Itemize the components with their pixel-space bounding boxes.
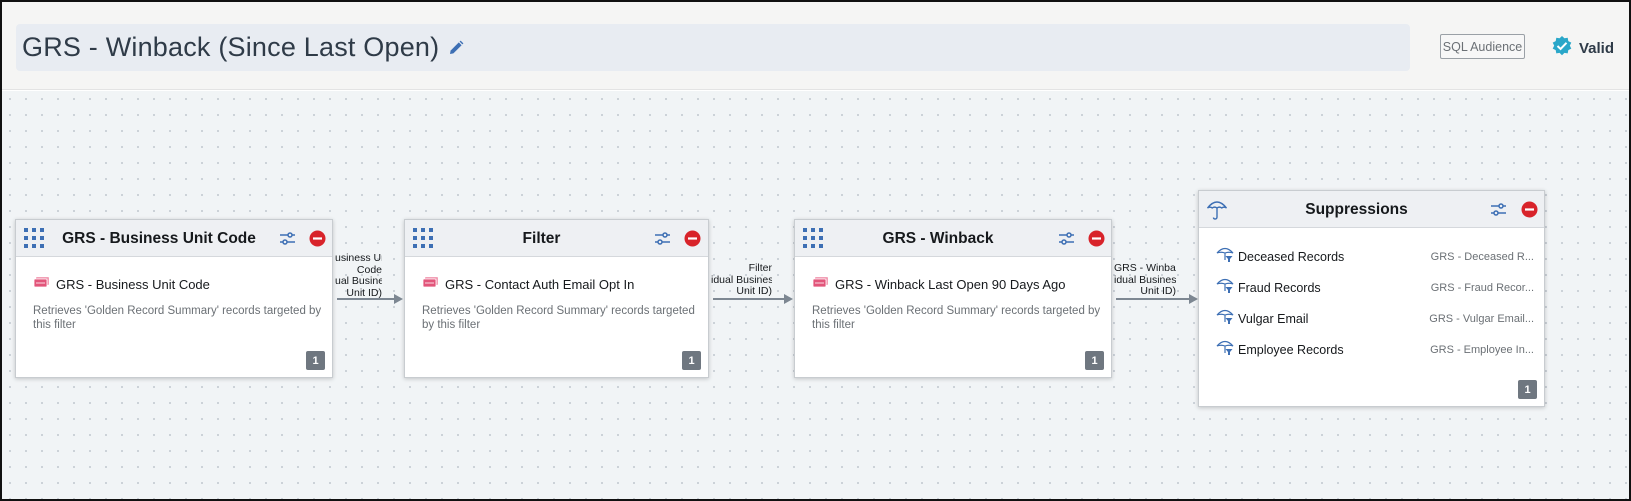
connector-label-line: ual Business (335, 275, 382, 287)
suppression-label: Employee Records (1238, 342, 1344, 357)
node-grs-winback[interactable]: GRS - Winback GRS - Winback Last Open 90… (794, 219, 1112, 378)
umbrella-icon (1206, 198, 1228, 220)
node-description: Retrieves 'Golden Record Summary' record… (33, 304, 321, 332)
node-description: Retrieves 'Golden Record Summary' record… (422, 304, 695, 332)
suppression-source: GRS - Fraud Recor... (1430, 281, 1534, 294)
sql-audience-button[interactable]: SQL Audience (1440, 34, 1525, 59)
filtered-umbrella-icon (1216, 276, 1234, 299)
suppression-item-fraud[interactable]: Fraud Records GRS - Fraud Recor... (1216, 276, 1534, 299)
node-suppressions[interactable]: Suppressions Deceased Records GRS - Dece… (1198, 190, 1545, 407)
settings-sliders-icon[interactable] (654, 230, 671, 247)
app-frame: GRS - Winback (Since Last Open) SQL Audi… (0, 0, 1631, 501)
validation-status: Valid (1551, 35, 1614, 62)
connector-arrow (1116, 294, 1198, 304)
verified-badge-icon (1551, 35, 1573, 62)
suppression-item-employee[interactable]: Employee Records GRS - Employee In... (1216, 338, 1534, 361)
node-business-unit-code[interactable]: GRS - Business Unit Code GRS - Business … (15, 219, 333, 378)
remove-icon[interactable] (684, 230, 701, 247)
filtered-umbrella-icon (1216, 307, 1234, 330)
remove-icon[interactable] (1521, 201, 1538, 218)
node-header: Filter (405, 220, 708, 257)
filter-tag-icon (812, 275, 829, 293)
connector-label-line: GRS - Winback (1114, 263, 1176, 274)
suppression-source: GRS - Employee In... (1430, 343, 1534, 356)
filtered-umbrella-icon (1216, 338, 1234, 361)
node-title: GRS - Business Unit Code (62, 230, 256, 247)
node-header: GRS - Business Unit Code (16, 220, 332, 257)
filter-tag-icon (33, 275, 50, 293)
description-line: this filter (33, 319, 76, 331)
remove-icon[interactable] (309, 230, 326, 247)
suppression-label: Fraud Records (1238, 280, 1321, 295)
suppression-label: Vulgar Email (1238, 311, 1309, 326)
remove-icon[interactable] (1088, 230, 1105, 247)
suppression-item-vulgar-email[interactable]: Vulgar Email GRS - Vulgar Email... (1216, 307, 1534, 330)
audience-canvas[interactable]: GRS - Business Unit Code GRS - Business … (2, 91, 1629, 499)
description-line: this filter (812, 319, 855, 331)
connector-arrow (713, 294, 793, 304)
description-line: Retrieves 'Golden Record Summary' record… (812, 305, 1101, 317)
connector-label-line: usiness Unit (335, 253, 382, 264)
grid-icon (412, 227, 434, 249)
description-line: Retrieves 'Golden Record Summary' record… (422, 305, 695, 317)
connector-label-line: Filter (748, 263, 772, 274)
connector-arrow (337, 294, 403, 304)
valid-label: Valid (1579, 40, 1615, 57)
settings-sliders-icon[interactable] (279, 230, 296, 247)
node-filter[interactable]: Filter GRS - Contact Auth Email Opt In R… (404, 219, 709, 378)
settings-sliders-icon[interactable] (1058, 230, 1075, 247)
filter-label: GRS - Contact Auth Email Opt In (445, 276, 635, 292)
count-badge: 1 (306, 351, 325, 370)
description-line: Retrieves 'Golden Record Summary' record… (33, 305, 322, 317)
count-badge: 1 (1085, 351, 1104, 370)
suppression-item-deceased[interactable]: Deceased Records GRS - Deceased R... (1216, 245, 1534, 268)
filter-label: GRS - Business Unit Code (56, 276, 210, 292)
filter-row[interactable]: GRS - Winback Last Open 90 Days Ago (812, 275, 1066, 293)
header: GRS - Winback (Since Last Open) SQL Audi… (2, 2, 1629, 90)
audience-title-box: GRS - Winback (Since Last Open) (16, 24, 1410, 71)
node-header: Suppressions (1199, 191, 1544, 228)
node-title: Suppressions (1305, 201, 1408, 218)
page-title: GRS - Winback (Since Last Open) (22, 32, 440, 62)
edit-pencil-icon[interactable] (447, 39, 465, 57)
grid-icon (802, 227, 824, 249)
suppression-source: GRS - Deceased R... (1430, 250, 1534, 263)
node-description: Retrieves 'Golden Record Summary' record… (812, 304, 1100, 332)
count-badge: 1 (1518, 380, 1537, 399)
suppression-label: Deceased Records (1238, 249, 1345, 264)
filter-row[interactable]: GRS - Business Unit Code (33, 275, 210, 293)
settings-sliders-icon[interactable] (1490, 201, 1507, 218)
node-title: GRS - Winback (882, 230, 994, 247)
filter-row[interactable]: GRS - Contact Auth Email Opt In (422, 275, 634, 293)
node-header: GRS - Winback (795, 220, 1111, 257)
suppression-source: GRS - Vulgar Email... (1429, 312, 1534, 325)
filter-tag-icon (422, 275, 439, 293)
filter-label: GRS - Winback Last Open 90 Days Ago (835, 276, 1066, 292)
node-title: Filter (522, 230, 561, 247)
description-line: by this filter (422, 319, 481, 331)
filtered-umbrella-icon (1216, 245, 1234, 268)
count-badge: 1 (682, 351, 701, 370)
grid-icon (23, 227, 45, 249)
